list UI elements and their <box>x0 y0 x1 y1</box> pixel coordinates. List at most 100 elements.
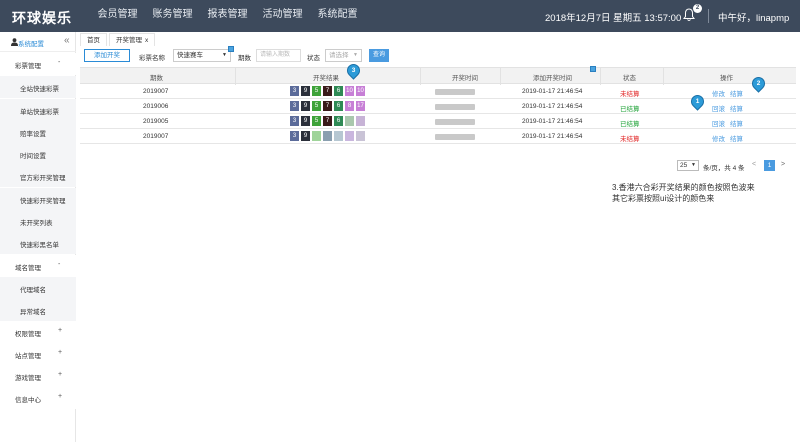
next-page-button[interactable]: > <box>781 161 785 168</box>
result-ball: 8 <box>345 101 354 111</box>
sidebar-item[interactable]: 官方彩开奖管理 <box>0 165 76 187</box>
user-icon <box>11 38 18 46</box>
nav-activity[interactable]: 活动管理 <box>255 0 310 32</box>
redacted-text <box>435 119 475 125</box>
collapse-group-icon[interactable]: - <box>58 59 60 66</box>
sidebar-item-label: 单站快速彩票 <box>20 109 59 116</box>
top-nav: 会员管理 账务管理 报表管理 活动管理 系统配置 <box>90 0 365 32</box>
expand-icon[interactable]: + <box>58 371 62 378</box>
sidebar-item[interactable]: 赔率设置 <box>0 121 76 143</box>
actions-cell: 修改 结算 <box>712 133 748 143</box>
design-note-line: 其它彩票按照ui设计的颜色来 <box>612 194 715 203</box>
tab-home[interactable]: 首页 <box>80 33 107 46</box>
tab-draw-management[interactable]: 开奖管理 x <box>109 33 156 46</box>
nav-finance[interactable]: 账务管理 <box>145 0 200 32</box>
sidebar-item[interactable]: 单站快速彩票 <box>0 99 76 121</box>
sidebar-item-label: 快速彩黑名单 <box>20 242 59 249</box>
added-time-cell: 2019-01-17 21:46:54 <box>522 88 583 95</box>
sidebar-item[interactable]: 异常域名 <box>0 299 76 321</box>
status-cell: 已结算 <box>620 106 640 113</box>
sidebar-item-label: 彩票管理 <box>15 63 41 70</box>
sidebar-item[interactable]: 全站快速彩票 <box>0 76 76 98</box>
nav-system-config[interactable]: 系统配置 <box>310 0 365 32</box>
edit-link[interactable]: 修改 <box>712 136 725 143</box>
top-bar: 环球娱乐 会员管理 账务管理 报表管理 活动管理 系统配置 2018年12月7日… <box>0 0 800 32</box>
sidebar-item[interactable]: 权限管理 + <box>0 321 76 343</box>
notification-badge: 2 <box>693 4 702 13</box>
table-row: 2019005 3 9 5 7 6 2019-01-17 21:46:54 已结算 回滚 结算 <box>80 114 796 129</box>
sidebar-item[interactable]: 域名管理 - <box>0 255 76 277</box>
settle-link[interactable]: 结算 <box>730 121 743 128</box>
nav-member[interactable]: 会员管理 <box>90 0 145 32</box>
result-ball: 3 <box>290 86 299 96</box>
annotation-marker-number: 3 <box>351 67 356 74</box>
sidebar-item[interactable]: 代理域名 <box>0 277 76 299</box>
query-button[interactable]: 查询 <box>369 49 389 62</box>
result-ball: 9 <box>301 131 310 141</box>
result-ball: 5 <box>312 116 321 126</box>
result-ball: 5 <box>312 101 321 111</box>
sidebar-item-label: 快速彩开奖管理 <box>20 198 66 205</box>
annotation-marker-number: 2 <box>756 80 761 87</box>
close-icon[interactable]: x <box>145 37 148 44</box>
result-ball: 7 <box>323 86 332 96</box>
sidebar-item[interactable]: 快速彩黑名单 <box>0 232 76 254</box>
settle-link[interactable]: 结算 <box>730 106 743 113</box>
tab-home-label: 首页 <box>87 37 100 44</box>
design-note-line: 3.香港六合彩开奖结果的颜色按照色波来 <box>612 183 755 192</box>
result-ball: 17 <box>356 101 365 111</box>
draw-time-cell <box>435 134 475 142</box>
expand-icon[interactable]: + <box>58 393 62 400</box>
expand-icon[interactable]: + <box>58 327 62 334</box>
collapse-group-icon[interactable]: - <box>58 261 60 268</box>
sidebar-item[interactable]: 时间设置 <box>0 143 76 165</box>
col-divider <box>663 68 664 85</box>
actions-cell: 修改 结算 <box>712 88 748 98</box>
settle-link[interactable]: 结算 <box>730 91 743 98</box>
header-divider <box>708 9 709 23</box>
sidebar-item[interactable]: 信息中心 + <box>0 387 76 409</box>
period-input[interactable]: 请输入期数 <box>256 49 301 62</box>
collapse-icon[interactable]: « <box>64 35 70 46</box>
edit-link[interactable]: 修改 <box>712 91 725 98</box>
added-time-cell: 2019-01-17 21:46:54 <box>522 133 583 140</box>
result-ball: 10 <box>345 86 354 96</box>
status-select[interactable]: 请选择 ▼ <box>325 49 362 62</box>
sidebar-item[interactable]: 游戏管理 + <box>0 365 76 387</box>
result-ball <box>356 131 365 141</box>
prev-page-button[interactable]: < <box>752 161 756 168</box>
logo: 环球娱乐 <box>12 10 72 26</box>
add-draw-button[interactable]: 添加开奖 <box>84 49 130 62</box>
settle-link[interactable]: 结算 <box>730 136 743 143</box>
period-cell: 2019007 <box>143 88 169 95</box>
lottery-select-value: 快速赛车 <box>177 52 203 59</box>
nav-reports[interactable]: 报表管理 <box>200 0 255 32</box>
col-status: 状态 <box>623 75 636 82</box>
sidebar-item[interactable]: 彩票管理 - <box>0 53 76 75</box>
annotation-square-icon <box>228 46 234 52</box>
result-ball: 5 <box>312 86 321 96</box>
expand-icon[interactable]: + <box>58 349 62 356</box>
page-size-select[interactable]: 25 ▼ <box>677 160 699 171</box>
actions-cell: 回滚 结算 <box>712 103 748 113</box>
rollback-link[interactable]: 回滚 <box>712 106 725 113</box>
rollback-link[interactable]: 回滚 <box>712 121 725 128</box>
sidebar-item[interactable]: 站点管理 + <box>0 343 76 365</box>
col-divider <box>420 68 421 85</box>
user-greeting[interactable]: 中午好，linapmp <box>718 10 789 24</box>
result-ball: 6 <box>334 101 343 111</box>
lottery-name-label: 彩票名称 <box>139 55 165 62</box>
sidebar-item-label: 赔率设置 <box>20 131 46 138</box>
result-ball <box>323 131 332 141</box>
result-ball <box>312 131 321 141</box>
tab-bar: 首页 开奖管理 x <box>80 33 157 46</box>
status-label: 状态 <box>307 55 320 62</box>
sidebar: 系统配置 « 彩票管理 - 全站快速彩票 单站快速彩票 赔率设置 时间设置 官方彩开奖管理快… <box>0 32 76 442</box>
sidebar-item-label: 权限管理 <box>15 331 41 338</box>
lottery-select[interactable]: 快速赛车 ▼ <box>173 49 231 62</box>
table-row: 2019006 3 9 5 7 6 8 17 2019-01-17 21:46:54 已结算 回滚结… <box>80 99 796 114</box>
period-label: 期数 <box>238 55 251 62</box>
sidebar-item[interactable]: 快速彩开奖管理 <box>0 188 76 210</box>
page-number-button[interactable]: 1 <box>764 160 775 171</box>
sidebar-item[interactable]: 未开奖列表 <box>0 210 76 232</box>
